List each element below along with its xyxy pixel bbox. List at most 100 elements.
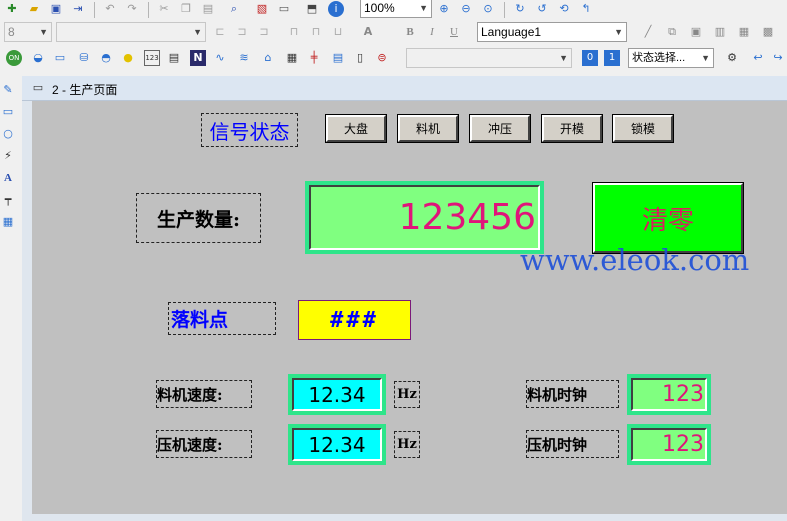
drawing-tool-strip: ✎ ▭ ○ ⚡ A ┯ ▦ [0, 74, 17, 521]
slider-icon[interactable]: ╪ [306, 50, 322, 66]
feeder-clock-display[interactable]: 123 [627, 374, 711, 415]
drop-point-display[interactable]: ### [298, 300, 411, 340]
info-icon[interactable]: i [328, 1, 344, 17]
n-object-icon[interactable]: N [190, 50, 206, 66]
press-speed-label[interactable]: 压机速度: [156, 430, 252, 458]
copy-icon[interactable]: ❐ [178, 1, 194, 17]
rotate-icon[interactable]: ↺ [534, 1, 550, 17]
signal-button-dapan[interactable]: 大盘 [326, 115, 386, 142]
press-speed-display[interactable]: 12.34 [288, 424, 386, 465]
open-folder-icon[interactable]: ▰ [26, 1, 42, 17]
zoom-out-icon[interactable]: ⊖ [458, 1, 474, 17]
toolbar-row-1: ✚ ▰ ▣ ⇥ ↶ ↷ ✂ ❐ ▤ ⌕ ▧ ▭ ⬒ i 100% ▼ ⊕ ⊖ ⊙ … [0, 0, 787, 20]
feeder-speed-unit[interactable]: Hz [394, 381, 420, 408]
add-screen-icon[interactable]: ▧ [254, 1, 270, 17]
signal-button-kaimo[interactable]: 开模 [542, 115, 602, 142]
number-input-icon[interactable]: 123 [144, 50, 160, 66]
find-icon[interactable]: ⌕ [226, 1, 242, 17]
signal-button-chongya[interactable]: 冲压 [470, 115, 530, 142]
ungroup-icon[interactable]: ▣ [688, 24, 704, 40]
lamp-icon[interactable]: ● [120, 50, 136, 66]
settings-icon[interactable]: ⚙ [724, 50, 740, 66]
font-size-select[interactable]: 8 ▼ [4, 22, 52, 42]
watermark: www.eleok.com [520, 243, 750, 277]
underline-icon[interactable]: U [446, 24, 462, 40]
rectangle-icon[interactable]: ▭ [0, 104, 16, 120]
align-center-icon[interactable]: ⊐ [234, 24, 250, 40]
language-select[interactable]: Language1 ▼ [477, 22, 627, 42]
press-clock-label[interactable]: 压机时钟 [526, 430, 619, 458]
gauge-icon[interactable]: ◒ [30, 50, 46, 66]
bold-icon[interactable]: B [402, 24, 418, 40]
align-left-icon[interactable]: ⊏ [212, 24, 228, 40]
italic-icon[interactable]: I [424, 24, 440, 40]
grid-icon[interactable]: ▩ [760, 24, 776, 40]
undo-icon[interactable]: ↶ [102, 1, 118, 17]
object-select[interactable]: ▼ [406, 48, 572, 68]
compile-icon[interactable]: ⬒ [304, 1, 320, 17]
table-icon[interactable]: ▤ [330, 50, 346, 66]
bit-lamp-icon[interactable]: ON [6, 50, 22, 66]
production-qty-display[interactable]: 123456 [305, 181, 544, 254]
cut-icon[interactable]: ✂ [156, 1, 172, 17]
refresh-icon[interactable]: ↻ [512, 1, 528, 17]
feeder-speed-label[interactable]: 料机速度: [156, 380, 252, 408]
xy-plot-icon[interactable]: ≋ [236, 50, 252, 66]
document-title: 2 - 生产页面 [52, 83, 118, 97]
state-select[interactable]: 状态选择... ▼ [628, 48, 714, 68]
zoom-select[interactable]: 100% ▼ [360, 0, 432, 18]
redo-icon[interactable]: ↷ [124, 1, 140, 17]
table-draw-icon[interactable]: ▦ [0, 214, 16, 230]
layer-up-icon[interactable]: ▥ [712, 24, 728, 40]
valign-top-icon[interactable]: ⊓ [286, 24, 302, 40]
polyline-icon[interactable]: ⚡ [0, 148, 16, 164]
signal-button-liaoji[interactable]: 料机 [398, 115, 458, 142]
screen-props-icon[interactable]: ▭ [276, 1, 292, 17]
recipe-icon[interactable]: ⊜ [374, 50, 390, 66]
alarm-icon[interactable]: ▤ [166, 50, 182, 66]
numeric-icon[interactable]: ▭ [52, 50, 68, 66]
text-icon[interactable]: A [0, 170, 16, 186]
back-icon[interactable]: ↩ [750, 50, 766, 66]
toolbar-row-2: 8 ▼ ▼ ⊏ ⊐ ⊐ ⊓ ⊓ ⊔ A B I U Language1 ▼ ╱ ⧉ … [0, 20, 787, 44]
state-1-button[interactable]: 1 [604, 50, 620, 66]
cylinder-icon[interactable]: ⛁ [76, 50, 92, 66]
state-0-button[interactable]: 0 [582, 50, 598, 66]
scale-icon[interactable]: ┯ [0, 192, 16, 208]
draw-line-icon[interactable]: ╱ [640, 24, 656, 40]
valign-bottom-icon[interactable]: ⊔ [330, 24, 346, 40]
zoom-fit-icon[interactable]: ⊙ [480, 1, 496, 17]
press-clock-display[interactable]: 123 [627, 424, 711, 465]
font-color-icon[interactable]: A [360, 24, 376, 40]
press-speed-unit[interactable]: Hz [394, 431, 420, 458]
hmi-canvas[interactable]: 信号状态 大盘 料机 冲压 开模 锁模 生产数量: 123456 清零 落料点 … [32, 101, 787, 514]
animation-icon[interactable]: ⌂ [260, 50, 276, 66]
group-icon[interactable]: ⧉ [664, 24, 680, 40]
toolbar-row-3: ON ◒ ▭ ⛁ ◓ ● 123 ▤ N ∿ ≋ ⌂ ▦ ╪ ▤ ▯ ⊜ ▼ 0… [0, 44, 787, 72]
production-qty-label[interactable]: 生产数量: [136, 193, 261, 243]
zoom-in-icon[interactable]: ⊕ [436, 1, 452, 17]
export-icon[interactable]: ⇥ [70, 1, 86, 17]
note-icon[interactable]: ▯ [352, 50, 368, 66]
save-icon[interactable]: ▣ [48, 1, 64, 17]
meter-icon[interactable]: ◓ [98, 50, 114, 66]
offline-sim-icon[interactable]: ↰ [578, 1, 594, 17]
keyboard-icon[interactable]: ▦ [284, 50, 300, 66]
forward-icon[interactable]: ↪ [770, 50, 786, 66]
feeder-speed-display[interactable]: 12.34 [288, 374, 386, 415]
paste-icon[interactable]: ▤ [200, 1, 216, 17]
font-name-select[interactable]: ▼ [56, 22, 206, 42]
pen-icon[interactable]: ✎ [0, 82, 16, 98]
trend-icon[interactable]: ∿ [212, 50, 228, 66]
online-sim-icon[interactable]: ⟲ [556, 1, 572, 17]
drop-point-label[interactable]: 落料点 [168, 302, 276, 335]
screen-icon: ▭ [32, 81, 44, 94]
layer-down-icon[interactable]: ▦ [736, 24, 752, 40]
signal-status-label[interactable]: 信号状态 [201, 113, 298, 147]
feeder-clock-label[interactable]: 料机时钟 [526, 380, 619, 408]
valign-mid-icon[interactable]: ⊓ [308, 24, 324, 40]
align-right-icon[interactable]: ⊐ [256, 24, 272, 40]
circle-icon[interactable]: ○ [0, 126, 16, 142]
new-file-icon[interactable]: ✚ [4, 1, 20, 17]
signal-button-suomo[interactable]: 锁模 [613, 115, 673, 142]
